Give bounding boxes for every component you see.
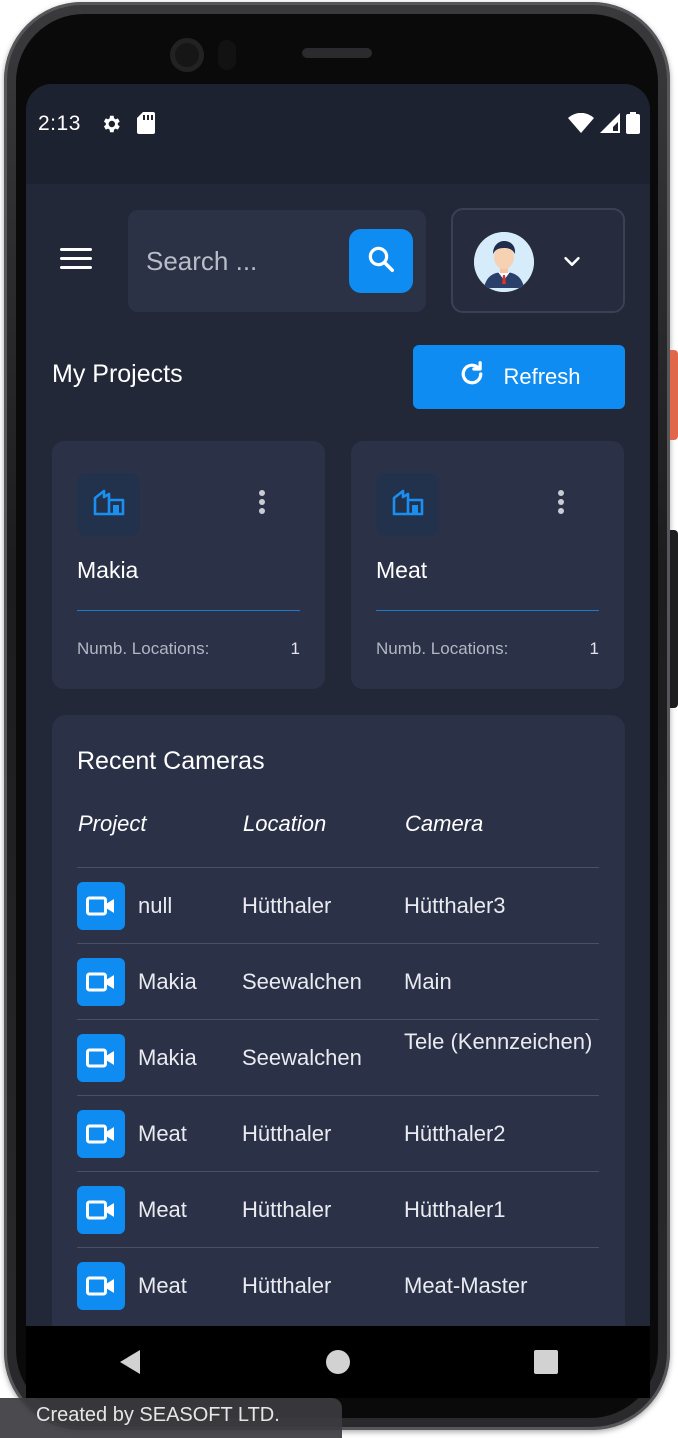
battery-icon	[626, 112, 640, 139]
cell-location: Hütthaler	[242, 1121, 332, 1146]
cell-project: Makia	[138, 1045, 197, 1070]
sensor	[218, 40, 236, 70]
screen: 2:13 Search ... My Projects Refresh Maki…	[26, 84, 650, 1398]
status-bar: 2:13	[26, 84, 650, 184]
cell-camera: Tele (Kennzeichen)	[404, 1029, 593, 1054]
cell-camera: Meat-Master	[404, 1273, 528, 1298]
column-header-project: Project	[78, 811, 147, 836]
front-camera	[170, 38, 204, 72]
table-row[interactable]: Meat Hütthaler Meat-Master	[77, 1248, 599, 1324]
search-bar	[128, 210, 426, 312]
refresh-button[interactable]: Refresh	[413, 345, 625, 409]
divider	[376, 610, 599, 611]
recent-cameras-title: Recent Cameras	[77, 747, 265, 775]
watermark: Created by SEASOFT LTD.	[0, 1398, 342, 1438]
refresh-icon	[457, 359, 487, 395]
volume-button	[670, 530, 678, 708]
power-button	[670, 350, 678, 440]
column-header-location: Location	[243, 811, 327, 836]
wifi-icon	[568, 112, 594, 138]
cell-project: null	[138, 893, 173, 918]
locations-count: 1	[589, 639, 599, 658]
locations-label: Numb. Locations:	[77, 639, 210, 658]
table-row[interactable]: Makia Seewalchen Tele (Kennzeichen)	[77, 1020, 599, 1096]
chevron-down-icon	[561, 250, 583, 277]
cell-location: Hütthaler	[242, 893, 332, 918]
navigation-bar	[26, 1326, 650, 1398]
cell-location: Seewalchen	[242, 969, 362, 994]
search-icon	[366, 244, 396, 279]
cell-location: Hütthaler	[242, 1197, 332, 1222]
divider	[77, 610, 300, 611]
more-options-icon[interactable]	[551, 486, 571, 518]
locations-count: 1	[290, 639, 300, 658]
earpiece-speaker	[302, 48, 372, 58]
video-camera-icon	[77, 1262, 125, 1310]
cell-project: Meat	[138, 1197, 187, 1222]
table-row[interactable]: Makia Seewalchen Main	[77, 944, 599, 1020]
search-button[interactable]	[349, 229, 413, 293]
back-icon[interactable]	[100, 1332, 160, 1392]
signal-icon	[600, 113, 620, 138]
project-icon-box	[77, 473, 140, 536]
video-camera-icon	[77, 882, 125, 930]
hamburger-menu-icon[interactable]	[60, 248, 92, 274]
table-row[interactable]: null Hütthaler Hütthaler3	[77, 868, 599, 944]
more-options-icon[interactable]	[252, 486, 272, 518]
video-camera-icon	[77, 958, 125, 1006]
profile-dropdown[interactable]	[451, 208, 625, 313]
cell-location: Seewalchen	[242, 1045, 362, 1070]
home-icon[interactable]	[308, 1332, 368, 1392]
refresh-label: Refresh	[503, 364, 581, 389]
settings-icon	[100, 113, 122, 140]
cell-project: Meat	[138, 1273, 187, 1298]
locations-label: Numb. Locations:	[376, 639, 509, 658]
page-title: My Projects	[52, 360, 183, 388]
sd-card-icon	[137, 112, 155, 139]
recent-cameras-card: Recent Cameras Project Location Camera n…	[52, 715, 625, 1375]
cell-camera: Main	[404, 969, 452, 994]
building-icon	[392, 488, 424, 521]
cell-camera: Hütthaler1	[404, 1197, 506, 1222]
cell-location: Hütthaler	[242, 1273, 332, 1298]
project-icon-box	[376, 473, 439, 536]
cell-project: Meat	[138, 1121, 187, 1146]
search-input[interactable]	[146, 236, 346, 286]
project-card-makia[interactable]: Makia Numb. Locations: 1	[52, 441, 325, 689]
project-name: Makia	[77, 557, 139, 583]
table-row[interactable]: Meat Hütthaler Hütthaler2	[77, 1096, 599, 1172]
cell-camera: Hütthaler2	[404, 1121, 506, 1146]
video-camera-icon	[77, 1186, 125, 1234]
app-content: My Projects Refresh Makia Numb. Location…	[26, 184, 650, 1375]
cell-project: Makia	[138, 969, 197, 994]
project-card-meat[interactable]: Meat Numb. Locations: 1	[351, 441, 624, 689]
building-icon	[93, 488, 125, 521]
avatar	[474, 232, 534, 292]
status-time: 2:13	[38, 112, 81, 135]
project-name: Meat	[376, 557, 428, 583]
column-header-camera: Camera	[405, 811, 484, 836]
table-row[interactable]: Meat Hütthaler Hütthaler1	[77, 1172, 599, 1248]
video-camera-icon	[77, 1034, 125, 1082]
cell-camera: Hütthaler3	[404, 893, 506, 918]
recents-icon[interactable]	[516, 1332, 576, 1392]
video-camera-icon	[77, 1110, 125, 1158]
